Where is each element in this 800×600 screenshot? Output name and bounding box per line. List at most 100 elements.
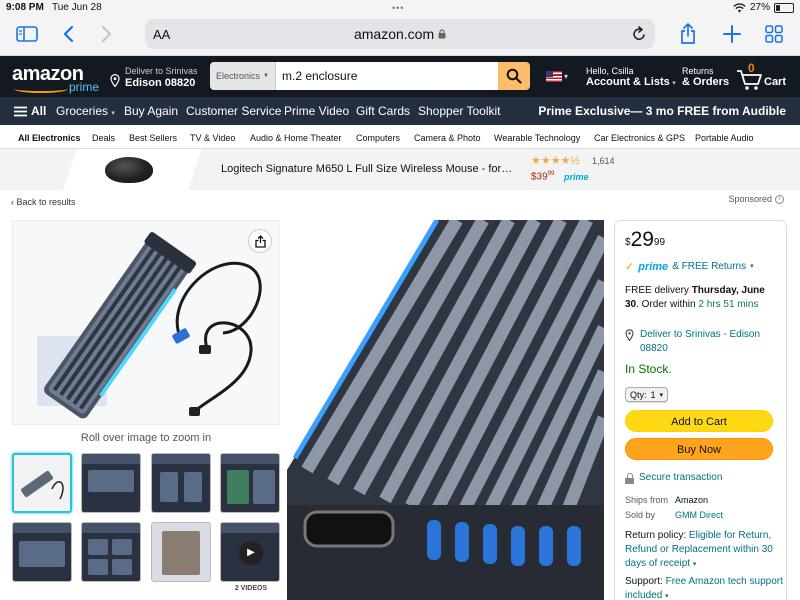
battery-icon (774, 2, 794, 13)
seller-link[interactable]: GMM Direct (675, 510, 723, 520)
category-subnav: All Electronics Deals Best Sellers TV & … (0, 125, 800, 149)
back-to-results-link[interactable]: ‹ Back to results (11, 197, 76, 207)
subnav-best-sellers[interactable]: Best Sellers (129, 133, 177, 143)
nav-item-label: Groceries (56, 104, 109, 118)
hamburger-icon (14, 106, 27, 116)
delivery-mid: . Order within (636, 299, 699, 310)
us-flag-icon[interactable] (546, 71, 562, 82)
returns-orders-link[interactable]: Returns & Orders (682, 66, 729, 88)
subnav-computers[interactable]: Computers (356, 133, 400, 143)
free-returns-link[interactable]: & FREE Returns (672, 260, 746, 274)
play-icon: ▶ (239, 541, 263, 565)
nav-item-buy-again[interactable]: Buy Again (124, 104, 178, 118)
location-pin-icon (110, 74, 120, 87)
status-date: Tue Jun 28 (52, 2, 102, 13)
sidebar-icon[interactable] (16, 26, 38, 42)
thumbnail-2[interactable] (81, 453, 141, 513)
search-input[interactable]: m.2 enclosure (276, 62, 498, 90)
ad-mouse-image (105, 157, 153, 183)
thumbnail-1[interactable] (12, 453, 72, 513)
url-text: amazon.com (145, 26, 655, 42)
nav-item-customer-service[interactable]: Customer Service (186, 104, 281, 118)
video-thumbnail[interactable]: ▶ (220, 522, 280, 582)
zoomed-enclosure-image (287, 220, 604, 600)
info-icon[interactable]: i (775, 194, 784, 204)
url-domain: amazon.com (353, 26, 435, 42)
quantity-select[interactable]: Qty: 1 ▾ (625, 387, 669, 402)
subnav-tv-video[interactable]: TV & Video (190, 133, 235, 143)
status-time: 9:08 PM (6, 2, 44, 13)
share-icon[interactable] (680, 23, 696, 45)
main-product-image[interactable] (12, 220, 280, 425)
ships-from-row: Ships from Amazon (625, 493, 708, 507)
cart-label: Cart (764, 76, 787, 88)
new-tab-icon[interactable] (723, 25, 741, 43)
support-chevron-icon[interactable]: ▾ (665, 593, 669, 600)
address-bar[interactable]: AA amazon.com (145, 19, 655, 49)
multitasking-dots[interactable]: ••• (392, 3, 404, 13)
buy-now-button[interactable]: Buy Now (625, 438, 773, 460)
back-icon[interactable] (62, 25, 74, 43)
ad-price-dollars: $39 (531, 171, 548, 183)
sponsored-label: Sponsored i (728, 194, 784, 204)
thumb-graphic (227, 470, 249, 504)
browser-toolbar: AA amazon.com (0, 16, 800, 56)
thumbnail-7[interactable] (151, 522, 211, 582)
search-button[interactable] (498, 62, 530, 90)
zoom-hint: Roll over image to zoom in (80, 432, 212, 444)
secure-transaction-link[interactable]: Secure transaction (625, 471, 722, 485)
thumb-graphic (88, 559, 108, 575)
add-to-cart-button[interactable]: Add to Cart (625, 410, 773, 432)
nav-item-shopper-toolkit[interactable]: Shopper Toolkit (418, 104, 501, 118)
price-cents: 99 (653, 237, 666, 248)
deliver-line1: Deliver to Srinivas (125, 66, 198, 76)
thumb-header (82, 523, 140, 533)
thumbnail-5[interactable] (12, 522, 72, 582)
sponsored-text: Sponsored (728, 194, 772, 204)
thumbnail-6[interactable] (81, 522, 141, 582)
return-chevron-icon[interactable]: ▾ (693, 561, 697, 568)
reload-icon[interactable] (632, 26, 646, 42)
enclosure-product-image (37, 232, 262, 419)
subnav-audio-home-theater[interactable]: Audio & Home Theater (250, 133, 341, 143)
thumbnail-3[interactable] (151, 453, 211, 513)
nav-item-groceries[interactable]: Groceries ▾ (56, 104, 115, 118)
language-chevron-icon[interactable]: ▾ (564, 72, 568, 81)
qty-label: Qty: (630, 389, 647, 400)
all-menu-button[interactable]: All (14, 104, 46, 118)
amazon-prime-logo[interactable]: amazon prime (12, 63, 102, 94)
account-menu[interactable]: Hello, Csilla Account & Lists ▾ (586, 66, 676, 89)
nav-item-gift-cards[interactable]: Gift Cards (356, 104, 410, 118)
search-category-select[interactable]: Electronics ▼ (210, 62, 276, 90)
ad-review-count[interactable]: 1,614 (592, 156, 615, 166)
deliver-to-link[interactable]: Deliver to Srinivas - Edison 08820 (625, 328, 780, 356)
thumb-graphic (162, 531, 200, 575)
thumb-graphic (184, 472, 202, 502)
thumb-header (152, 454, 210, 464)
subnav-car-electronics[interactable]: Car Electronics & GPS (594, 133, 685, 143)
thumbnail-4[interactable] (220, 453, 280, 513)
subnav-wearable-technology[interactable]: Wearable Technology (494, 133, 580, 143)
subnav-deals[interactable]: Deals (92, 133, 115, 143)
cart-button[interactable]: 0 Cart (736, 61, 792, 93)
thumb-graphic (88, 539, 108, 555)
account-chevron-icon: ▾ (672, 80, 676, 87)
logo-prime: prime (69, 80, 100, 94)
tabs-overview-icon[interactable] (765, 25, 783, 43)
returns-chevron-icon[interactable]: ▾ (750, 260, 754, 274)
delivery-countdown: 2 hrs 51 mins (698, 299, 759, 310)
logo-smile (14, 85, 68, 93)
audible-promo-link[interactable]: Prime Exclusive— 3 mo FREE from Audible (538, 104, 786, 118)
sponsored-product-banner[interactable]: Logitech Signature M650 L Full Size Wire… (0, 149, 800, 190)
return-policy: Return policy: Eligible for Return, Refu… (625, 529, 783, 572)
prime-returns-row: ✓ prime & FREE Returns ▾ (625, 260, 754, 274)
subnav-portable-audio[interactable]: Portable Audio (695, 133, 754, 143)
forward-icon[interactable] (101, 25, 113, 43)
share-product-button[interactable] (248, 229, 272, 253)
ad-title[interactable]: Logitech Signature M650 L Full Size Wire… (221, 163, 512, 175)
subnav-all-electronics[interactable]: All Electronics (18, 133, 81, 143)
subnav-camera-photo[interactable]: Camera & Photo (414, 133, 481, 143)
nav-item-prime-video[interactable]: Prime Video (284, 104, 349, 118)
battery-level (776, 4, 780, 11)
delivery-info: FREE delivery Thursday, June 30. Order w… (625, 284, 780, 312)
